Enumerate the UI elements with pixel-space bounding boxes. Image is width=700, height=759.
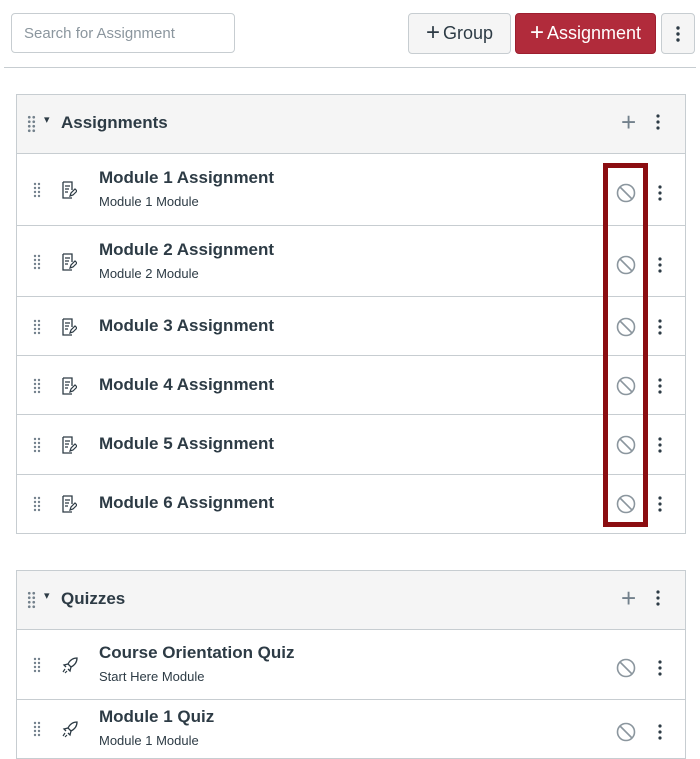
list-item[interactable]: Module 1 Assignment Module 1 Module [17, 154, 685, 226]
plus-icon: + [425, 18, 440, 46]
list-item[interactable]: Module 1 Quiz Module 1 Module [17, 700, 685, 758]
assignment-icon [61, 252, 77, 271]
quiz-rocket-icon [61, 656, 79, 674]
drag-handle-icon[interactable] [33, 377, 41, 395]
group-title: Assignments [61, 113, 168, 132]
kebab-icon [676, 25, 680, 42]
item-title[interactable]: Module 6 Assignment [99, 493, 274, 513]
group-header[interactable]: ▾ Quizzes + [17, 571, 685, 630]
unpublished-icon[interactable] [615, 721, 637, 743]
item-subtitle: Module 1 Module [99, 733, 199, 748]
drag-handle-icon[interactable] [33, 253, 41, 271]
drag-handle-icon[interactable] [33, 656, 41, 674]
item-title[interactable]: Module 3 Assignment [99, 316, 274, 336]
item-options-icon[interactable] [658, 318, 662, 335]
item-title[interactable]: Module 1 Assignment [99, 168, 274, 188]
item-subtitle: Start Here Module [99, 669, 205, 684]
drag-handle-icon[interactable] [33, 318, 41, 336]
unpublished-icon[interactable] [615, 316, 637, 338]
plus-icon: + [529, 18, 544, 46]
item-subtitle: Module 1 Module [99, 194, 199, 209]
unpublished-icon[interactable] [615, 493, 637, 515]
item-subtitle: Module 2 Module [99, 265, 199, 281]
list-item[interactable]: Module 4 Assignment [17, 356, 685, 415]
add-item-icon[interactable]: + [621, 109, 636, 135]
item-title[interactable]: Module 4 Assignment [99, 375, 274, 395]
item-options-icon[interactable] [658, 660, 662, 676]
add-assignment-button[interactable]: + Assignment [515, 13, 656, 54]
caret-down-icon[interactable]: ▾ [44, 113, 50, 126]
item-options-icon[interactable] [658, 256, 662, 273]
item-title[interactable]: Course Orientation Quiz [99, 643, 295, 663]
quiz-rocket-icon [61, 720, 79, 738]
unpublished-icon[interactable] [615, 375, 637, 397]
add-group-button[interactable]: + Group [408, 13, 511, 54]
assignment-group-quizzes: ▾ Quizzes + Course Orientation Quiz Start He… [16, 570, 686, 759]
list-item[interactable]: Module 2 Assignment Module 2 Module [17, 226, 685, 297]
list-item[interactable]: Module 5 Assignment [17, 415, 685, 475]
search-input[interactable] [11, 13, 235, 53]
item-options-icon[interactable] [658, 496, 662, 512]
drag-handle-icon[interactable] [33, 436, 41, 454]
assignment-group-assignments: ▾ Assignments + Module 1 Assignment Module 1… [16, 94, 686, 534]
drag-handle-icon[interactable] [33, 720, 41, 738]
item-options-icon[interactable] [658, 377, 662, 394]
assignment-icon [61, 317, 77, 336]
unpublished-icon[interactable] [615, 657, 637, 679]
item-title[interactable]: Module 5 Assignment [99, 434, 274, 454]
list-item[interactable]: Module 6 Assignment [17, 475, 685, 533]
unpublished-icon[interactable] [615, 434, 637, 456]
group-options-icon[interactable] [656, 114, 660, 130]
drag-handle-icon[interactable] [27, 115, 36, 133]
item-title[interactable]: Module 1 Quiz [99, 707, 214, 727]
list-item[interactable]: Module 3 Assignment [17, 297, 685, 356]
assignment-icon [61, 436, 77, 454]
add-assignment-label: Assignment [546, 23, 642, 43]
group-title: Quizzes [61, 589, 126, 608]
assignment-icon [61, 495, 77, 513]
group-options-icon[interactable] [656, 590, 660, 606]
more-options-button[interactable] [661, 13, 695, 54]
add-group-label: Group [442, 23, 494, 43]
group-header[interactable]: ▾ Assignments + [17, 95, 685, 154]
item-options-icon[interactable] [658, 185, 662, 201]
add-item-icon[interactable]: + [621, 585, 636, 611]
item-title[interactable]: Module 2 Assignment [99, 240, 274, 260]
caret-down-icon[interactable]: ▾ [44, 589, 50, 602]
item-options-icon[interactable] [658, 437, 662, 453]
drag-handle-icon[interactable] [33, 495, 41, 513]
toolbar-divider [4, 67, 696, 68]
unpublished-icon[interactable] [615, 254, 637, 276]
unpublished-icon[interactable] [615, 182, 637, 204]
assignment-icon [61, 181, 77, 199]
drag-handle-icon[interactable] [33, 181, 41, 199]
item-options-icon[interactable] [658, 724, 662, 740]
drag-handle-icon[interactable] [27, 591, 36, 609]
assignment-icon [61, 376, 77, 395]
list-item[interactable]: Course Orientation Quiz Start Here Module [17, 630, 685, 700]
toolbar: + Group + Assignment [0, 0, 700, 68]
